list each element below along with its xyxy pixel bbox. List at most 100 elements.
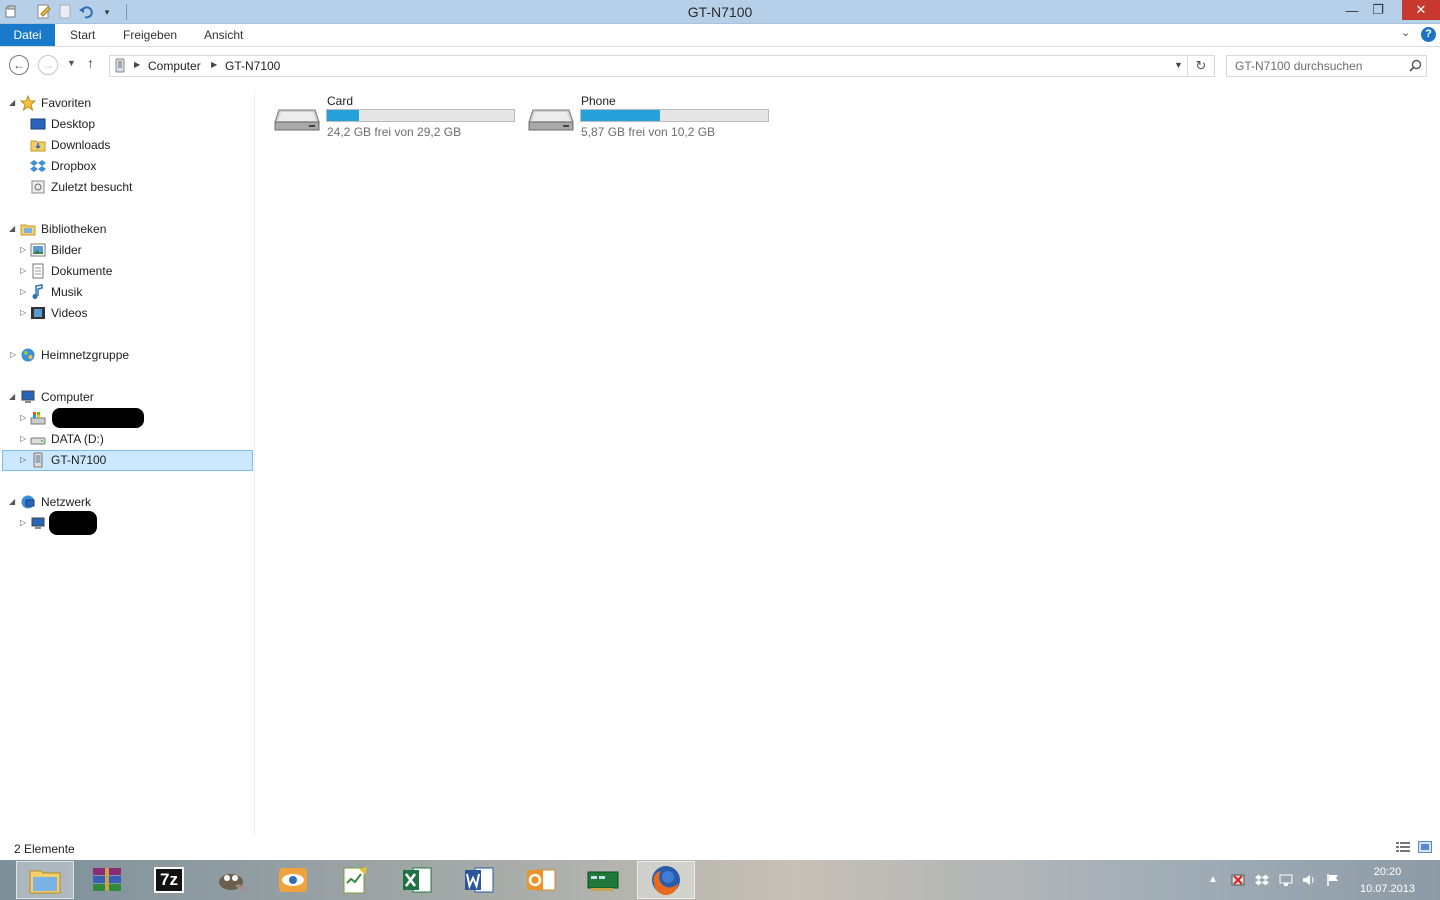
- tree-computer[interactable]: ◢ Computer: [2, 387, 253, 408]
- refresh-button[interactable]: ↻: [1188, 55, 1215, 77]
- collapse-arrow-icon[interactable]: ◢: [9, 224, 15, 233]
- downloads-folder-icon: [30, 137, 46, 153]
- documents-icon: [30, 263, 46, 279]
- taskbar-word[interactable]: [450, 861, 508, 899]
- tree-label: Downloads: [51, 138, 111, 152]
- dropbox-icon[interactable]: [1255, 873, 1269, 887]
- word-icon: [465, 867, 494, 893]
- tree-network[interactable]: ◢ Netzwerk: [2, 492, 253, 513]
- winrar-icon: [93, 868, 121, 891]
- search-box[interactable]: [1226, 55, 1427, 77]
- tab-datei[interactable]: Datei: [0, 24, 55, 46]
- drive-phone[interactable]: Phone 5,87 GB frei von 10,2 GB: [510, 94, 769, 144]
- videos-icon: [30, 305, 46, 321]
- recent-locations-icon[interactable]: ▼: [67, 58, 76, 68]
- address-bar[interactable]: ▶ Computer ▶ GT-N7100 ▼: [109, 55, 1188, 77]
- expand-arrow-icon[interactable]: ▷: [20, 308, 26, 317]
- taskbar-7zip[interactable]: 7z: [140, 861, 198, 899]
- taskbar-outlook[interactable]: [512, 861, 570, 899]
- collapse-arrow-icon[interactable]: ◢: [9, 98, 15, 107]
- search-icon[interactable]: [1409, 59, 1422, 75]
- tree-item-system-drive[interactable]: ▷: [2, 408, 253, 429]
- up-button[interactable]: ↑: [87, 55, 94, 71]
- tree-item-dropbox[interactable]: Dropbox: [2, 156, 253, 177]
- taskbar-viewer[interactable]: [264, 861, 322, 899]
- action-center-error-icon[interactable]: [1231, 873, 1245, 887]
- tree-item-network-pc[interactable]: ▷: [2, 511, 253, 535]
- tree-item-desktop[interactable]: Desktop: [2, 114, 253, 135]
- expand-arrow-icon[interactable]: ▷: [20, 434, 26, 443]
- clock-date[interactable]: 10.07.2013: [1355, 883, 1420, 895]
- restore-button[interactable]: ❐: [1366, 0, 1390, 20]
- address-dropdown-icon[interactable]: ▼: [1174, 60, 1183, 70]
- breadcrumb-separator-icon[interactable]: ▶: [134, 60, 140, 69]
- back-button[interactable]: ←: [9, 55, 29, 75]
- expand-arrow-icon[interactable]: ▷: [10, 350, 16, 359]
- drive-name: Card: [327, 94, 354, 108]
- tree-item-videos[interactable]: ▷ Videos: [2, 303, 253, 324]
- firefox-icon: [652, 866, 680, 895]
- expand-arrow-icon[interactable]: ▷: [20, 413, 26, 422]
- tree-item-recent[interactable]: Zuletzt besucht: [2, 177, 253, 198]
- clock-time[interactable]: 20:20: [1360, 866, 1415, 878]
- tab-freigeben[interactable]: Freigeben: [123, 24, 177, 46]
- taskbar-notepad[interactable]: [326, 861, 384, 899]
- navigation-bar: ← → ▼ ↑ ▶ Computer ▶ GT-N7100 ▼ ↻: [0, 48, 1440, 82]
- tab-ansicht[interactable]: Ansicht: [204, 24, 243, 46]
- show-hidden-icons-icon[interactable]: ▲: [1208, 873, 1222, 887]
- tree-favorites[interactable]: ◢ Favoriten: [2, 93, 253, 114]
- network-status-icon[interactable]: [1279, 873, 1293, 887]
- details-view-icon[interactable]: [1396, 841, 1410, 856]
- taskbar-explorer[interactable]: [16, 861, 74, 899]
- phone-device-icon: [114, 58, 128, 77]
- tab-start[interactable]: Start: [70, 24, 95, 46]
- tree-homegroup[interactable]: ▷ Heimnetzgruppe: [2, 345, 253, 366]
- tree-item-downloads[interactable]: Downloads: [2, 135, 253, 156]
- tree-label: Computer: [41, 390, 94, 404]
- item-count: 2 Elemente: [14, 842, 75, 856]
- network-icon: [20, 494, 36, 510]
- taskbar-winrar[interactable]: [78, 861, 136, 899]
- taskbar-excel[interactable]: [388, 861, 446, 899]
- minimize-button[interactable]: —: [1340, 0, 1364, 20]
- tree-item-dokumente[interactable]: ▷ Dokumente: [2, 261, 253, 282]
- close-button[interactable]: ✕: [1402, 0, 1440, 20]
- star-icon: [19, 94, 37, 112]
- breadcrumb-computer[interactable]: Computer: [148, 59, 201, 73]
- action-center-flag-icon[interactable]: [1326, 873, 1340, 887]
- taskbar-gimp[interactable]: [202, 861, 260, 899]
- tree-item-musik[interactable]: ▷ Musik: [2, 282, 253, 303]
- expand-ribbon-icon[interactable]: ⌄: [1401, 26, 1410, 39]
- computer-icon: [30, 515, 46, 531]
- expand-arrow-icon[interactable]: ▷: [20, 266, 26, 275]
- tree-label: DATA (D:): [51, 432, 104, 446]
- drive-usage-fill: [327, 110, 359, 121]
- window-title: GT-N7100: [687, 4, 753, 20]
- help-icon[interactable]: ?: [1421, 27, 1436, 42]
- network-card-icon: [587, 871, 619, 891]
- explorer-icon: [29, 870, 61, 894]
- expand-arrow-icon[interactable]: ▷: [20, 287, 26, 296]
- collapse-arrow-icon[interactable]: ◢: [9, 497, 15, 506]
- taskbar-network-tool[interactable]: [574, 861, 632, 899]
- forward-button[interactable]: →: [38, 55, 58, 75]
- drive-space-info: 5,87 GB frei von 10,2 GB: [581, 125, 716, 139]
- volume-icon[interactable]: [1302, 873, 1316, 887]
- hard-drive-icon: [30, 431, 46, 447]
- tree-item-gt-n7100[interactable]: ▷ GT-N7100: [2, 450, 253, 471]
- taskbar-firefox[interactable]: [637, 861, 695, 899]
- expand-arrow-icon[interactable]: ▷: [20, 245, 26, 254]
- breadcrumb-separator-icon[interactable]: ▶: [211, 60, 217, 69]
- tree-libraries[interactable]: ◢ Bibliotheken: [2, 219, 253, 240]
- expand-arrow-icon[interactable]: ▷: [20, 518, 26, 527]
- collapse-arrow-icon[interactable]: ◢: [9, 392, 15, 401]
- expand-arrow-icon[interactable]: ▷: [20, 455, 26, 464]
- breadcrumb-gt-n7100[interactable]: GT-N7100: [225, 59, 280, 73]
- tree-item-bilder[interactable]: ▷ Bilder: [2, 240, 253, 261]
- drive-card[interactable]: Card 24,2 GB frei von 29,2 GB: [256, 94, 515, 144]
- tree-item-data-drive[interactable]: ▷ DATA (D:): [2, 429, 253, 450]
- search-input[interactable]: [1227, 56, 1405, 76]
- title-bar: ▾ GT-N7100 — ❐ ✕: [0, 0, 1440, 24]
- large-icons-view-icon[interactable]: [1418, 841, 1432, 856]
- redacted-label: [49, 511, 97, 535]
